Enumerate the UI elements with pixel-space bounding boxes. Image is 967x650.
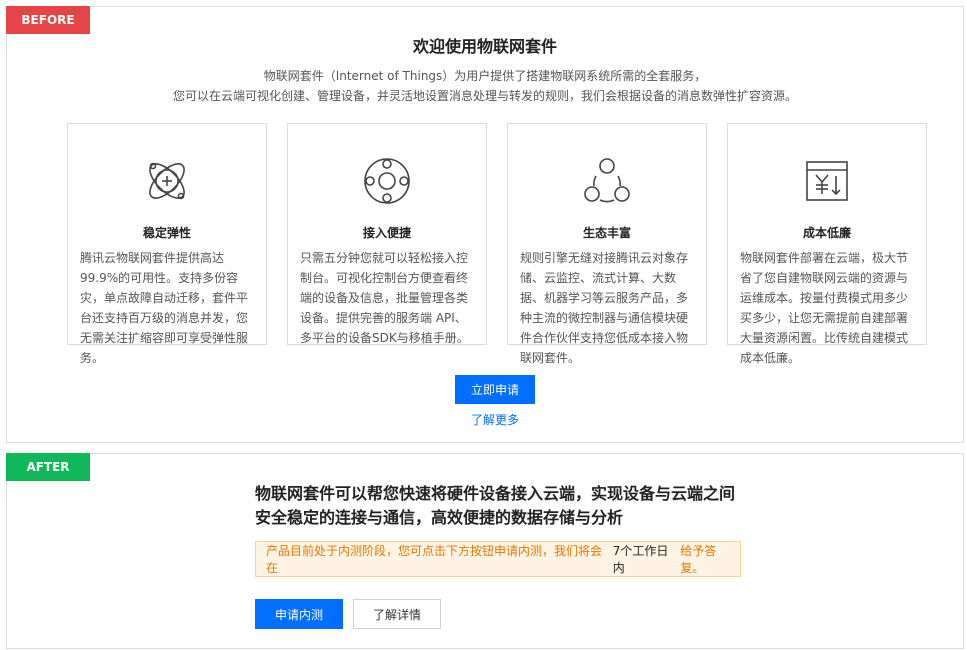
feature-card-stable: 稳定弹性 腾讯云物联网套件提供高达99.9%的可用性。支持多份容灾，单点故障自动… [67,123,267,365]
card-text: 物联网套件部署在云端，极大节省了您自建物联网云端的资源与运维成本。按量付费模式用… [740,251,909,365]
card-title: 生态丰富 [582,226,631,240]
page-title: 欢迎使用物联网套件 [412,37,557,56]
notice-prefix: 产品目前处于内测阶段，您可点击下方按钮申请内测，我们将会在 [266,544,603,575]
learn-details-button[interactable]: 了解详情 [353,599,441,629]
apply-beta-button[interactable]: 申请内测 [255,599,343,629]
learn-more-link[interactable]: 了解更多 [455,411,535,428]
headline-line-2: 安全稳定的连接与通信，高效便捷的数据存储与分析 [255,508,624,527]
headline-line-1: 物联网套件可以帮您快速将硬件设备接入云端，实现设备与云端之间 [255,484,736,503]
notice-highlight: 7个工作日内 [612,544,669,575]
feature-card-cost: 成本低廉 物联网套件部署在云端，极大节省了您自建物联网云端的资源与运维成本。按量… [727,123,927,365]
after-tag: AFTER [6,453,90,481]
feature-card-access: 接入便捷 只需五分钟您就可以轻松接入控制台。可视化控制台方便查看终端的设备及信息… [287,123,487,345]
feature-card-ecosystem: 生态丰富 规则引擎无缝对接腾讯云对象存储、云监控、流式计算、大数据、机器学习等云… [507,123,707,365]
card-text: 只需五分钟您就可以轻松接入控制台。可视化控制台方便查看终端的设备及信息，批量管理… [300,251,469,345]
atom-icon [68,156,266,206]
cost-down-icon [728,156,926,206]
after-panel: AFTER 物联网套件可以帮您快速将硬件设备接入云端，实现设备与云端之间 安全稳… [6,453,964,649]
card-title: 稳定弹性 [142,226,191,240]
card-text: 腾讯云物联网套件提供高达99.9%的可用性。支持多份容灾，单点故障自动迁移，套件… [80,251,249,365]
description-line-1: 物联网套件（Internet of Things）为用户提供了搭建物联网系统所需… [263,69,707,83]
apply-now-button[interactable]: 立即申请 [455,375,535,404]
before-tag: BEFORE [6,6,90,34]
before-panel: BEFORE 欢迎使用物联网套件 物联网套件（Internet of Thing… [6,6,964,443]
connect-ring-icon [288,156,486,206]
card-title: 接入便捷 [362,226,411,240]
description-line-2: 您可以在云端可视化创建、管理设备，并灵活地设置消息处理与转发的规则，我们会根据设… [172,89,797,103]
beta-notice: 产品目前处于内测阶段，您可点击下方按钮申请内测，我们将会在 7个工作日内 给予答复。 [255,541,741,577]
card-text: 规则引擎无缝对接腾讯云对象存储、云监控、流式计算、大数据、机器学习等云服务产品，… [520,251,689,365]
card-title: 成本低廉 [802,226,851,240]
notice-suffix: 给予答复。 [680,544,717,575]
ecosystem-icon [508,156,706,206]
